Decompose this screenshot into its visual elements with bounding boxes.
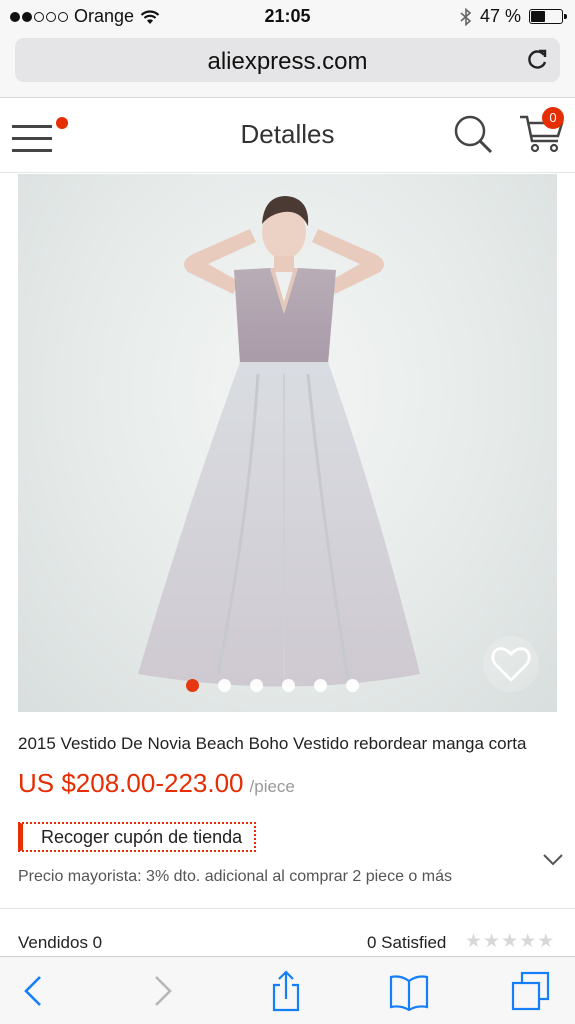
price-unit: /piece xyxy=(249,777,295,796)
pager-dot[interactable] xyxy=(314,679,327,692)
image-pager[interactable] xyxy=(18,679,557,692)
price-row: US $208.00-223.00 /piece xyxy=(18,768,295,799)
divider xyxy=(0,908,575,909)
search-icon[interactable] xyxy=(452,113,494,155)
battery-level xyxy=(531,11,545,22)
share-icon[interactable] xyxy=(264,969,308,1013)
satisfied-count: 0 Satisfied xyxy=(367,933,447,952)
app-header: Detalles 0 xyxy=(0,99,575,173)
reload-icon[interactable] xyxy=(524,47,550,73)
status-right: 47 % xyxy=(460,6,567,27)
forward-icon[interactable] xyxy=(140,969,184,1013)
status-bar: Orange 21:05 47 % xyxy=(0,0,575,32)
star-icon: ★ xyxy=(501,931,519,952)
browser-address-area: aliexpress.com xyxy=(0,32,575,98)
pager-dot[interactable] xyxy=(282,679,295,692)
heart-icon xyxy=(491,647,531,682)
product-image-gallery[interactable] xyxy=(18,174,557,712)
product-price: US $208.00-223.00 xyxy=(18,768,244,798)
star-icon: ★ xyxy=(483,931,501,952)
star-icon: ★ xyxy=(465,931,483,952)
pager-dot[interactable] xyxy=(218,679,231,692)
pager-dot[interactable] xyxy=(186,679,199,692)
wholesale-price-text: Precio mayorista: 3% dto. adicional al c… xyxy=(18,868,452,885)
star-icon: ★ xyxy=(519,931,537,952)
bluetooth-icon xyxy=(460,7,472,26)
browser-toolbar xyxy=(0,956,575,1024)
url-text[interactable]: aliexpress.com xyxy=(15,48,560,76)
address-bar[interactable]: aliexpress.com xyxy=(15,38,560,82)
chevron-down-icon[interactable] xyxy=(542,852,564,868)
pager-dot[interactable] xyxy=(250,679,263,692)
cart-button[interactable]: 0 xyxy=(518,107,566,157)
sold-count: Vendidos 0 xyxy=(18,933,103,952)
pager-dot[interactable] xyxy=(346,679,359,692)
store-coupon-button[interactable]: Recoger cupón de tienda xyxy=(18,822,257,852)
tabs-icon[interactable] xyxy=(508,969,552,1013)
bookmarks-icon[interactable] xyxy=(387,969,431,1013)
cart-count-badge: 0 xyxy=(542,107,564,129)
battery-percent: 47 % xyxy=(479,6,521,26)
product-photo xyxy=(138,196,420,687)
star-icon: ★ xyxy=(537,931,555,952)
back-icon[interactable] xyxy=(12,969,56,1013)
wishlist-button[interactable] xyxy=(483,636,539,692)
product-title[interactable]: 2015 Vestido De Novia Beach Boho Vestido… xyxy=(18,734,558,754)
rating-stars: ★ ★ ★ ★ ★ xyxy=(465,932,554,952)
battery-icon xyxy=(529,9,567,24)
